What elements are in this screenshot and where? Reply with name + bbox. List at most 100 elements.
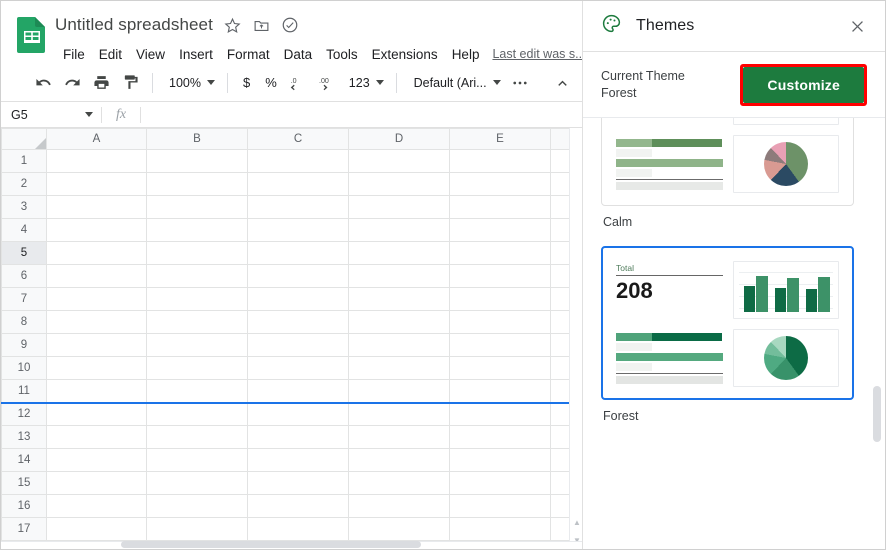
grid-cell[interactable] <box>46 425 147 449</box>
horizontal-scroll-thumb[interactable] <box>121 541 421 548</box>
grid-cell[interactable] <box>146 264 248 288</box>
column-header-a[interactable]: A <box>46 128 147 150</box>
grid-cell[interactable] <box>146 356 248 380</box>
grid-cell[interactable] <box>46 517 147 541</box>
grid-cell[interactable] <box>348 517 450 541</box>
grid-cell[interactable] <box>146 471 248 495</box>
grid-cell[interactable] <box>348 172 450 196</box>
grid-cell[interactable] <box>348 425 450 449</box>
grid-cell[interactable] <box>146 287 248 311</box>
grid-cell[interactable] <box>348 149 450 173</box>
grid-cell[interactable] <box>449 241 551 265</box>
last-edit-status[interactable]: Last edit was s... <box>492 47 584 61</box>
grid-cell[interactable] <box>247 471 349 495</box>
grid-cell[interactable] <box>146 218 248 242</box>
collapse-toolbar-icon[interactable] <box>548 69 576 97</box>
decrease-decimal-button[interactable]: .0 <box>285 69 313 97</box>
paint-format-icon[interactable] <box>116 69 144 97</box>
grid-cell[interactable] <box>449 425 551 449</box>
row-header-17[interactable]: 17 <box>1 517 47 541</box>
grid-cell[interactable] <box>449 379 551 403</box>
increase-decimal-button[interactable]: .00 <box>314 69 342 97</box>
grid-cell[interactable] <box>449 356 551 380</box>
undo-icon[interactable] <box>29 69 57 97</box>
grid-cell[interactable] <box>348 241 450 265</box>
row-header-3[interactable]: 3 <box>1 195 47 219</box>
grid-cell[interactable] <box>46 356 147 380</box>
grid-cell[interactable] <box>348 218 450 242</box>
themes-scroll-thumb[interactable] <box>873 386 881 442</box>
select-all-corner[interactable] <box>1 128 47 150</box>
grid-cell[interactable] <box>449 195 551 219</box>
row-header-9[interactable]: 9 <box>1 333 47 357</box>
menu-file[interactable]: File <box>56 45 92 64</box>
grid-cell[interactable] <box>247 310 349 334</box>
star-icon[interactable] <box>223 16 242 35</box>
grid-cell[interactable] <box>449 172 551 196</box>
grid-cell[interactable] <box>46 218 147 242</box>
grid-cell[interactable] <box>46 241 147 265</box>
grid-cell[interactable] <box>449 401 551 426</box>
grid-cell[interactable] <box>46 310 147 334</box>
grid-cell[interactable] <box>348 356 450 380</box>
grid-cell[interactable] <box>449 264 551 288</box>
grid-cell[interactable] <box>247 333 349 357</box>
theme-card-forest[interactable]: Total 208 <box>601 246 854 400</box>
grid-cell[interactable] <box>449 448 551 472</box>
row-header-10[interactable]: 10 <box>1 356 47 380</box>
document-title[interactable]: Untitled spreadsheet <box>55 15 213 35</box>
grid-cell[interactable] <box>449 310 551 334</box>
grid-cell[interactable] <box>146 494 248 518</box>
grid-cell[interactable] <box>46 172 147 196</box>
menu-view[interactable]: View <box>129 45 172 64</box>
grid-cell[interactable] <box>449 494 551 518</box>
menu-format[interactable]: Format <box>220 45 277 64</box>
grid-cell[interactable] <box>146 333 248 357</box>
customize-button[interactable]: Customize <box>743 66 864 103</box>
grid-cell[interactable] <box>247 494 349 518</box>
grid-cell[interactable] <box>146 517 248 541</box>
grid-cell[interactable] <box>247 172 349 196</box>
grid-horizontal-scrollbar[interactable] <box>1 541 584 548</box>
row-header-5[interactable]: 5 <box>1 241 47 265</box>
grid-cell[interactable] <box>449 218 551 242</box>
grid-cell[interactable] <box>146 195 248 219</box>
grid-cell[interactable] <box>146 172 248 196</box>
grid-cell[interactable] <box>46 195 147 219</box>
grid-cell[interactable] <box>247 149 349 173</box>
close-icon[interactable] <box>843 12 871 40</box>
grid-cell[interactable] <box>46 471 147 495</box>
row-header-6[interactable]: 6 <box>1 264 47 288</box>
grid-cell[interactable] <box>46 494 147 518</box>
grid-cell[interactable] <box>146 425 248 449</box>
grid-cell[interactable] <box>348 448 450 472</box>
menu-extensions[interactable]: Extensions <box>365 45 445 64</box>
currency-format-button[interactable]: $ <box>236 70 257 96</box>
grid-cell[interactable] <box>449 287 551 311</box>
grid-cell[interactable] <box>247 425 349 449</box>
grid-cell[interactable] <box>348 287 450 311</box>
grid-cell[interactable] <box>46 448 147 472</box>
grid-cell[interactable] <box>348 401 450 426</box>
grid-cell[interactable] <box>348 494 450 518</box>
formula-input[interactable] <box>141 102 584 127</box>
grid-cell[interactable] <box>348 471 450 495</box>
menu-edit[interactable]: Edit <box>92 45 129 64</box>
menu-tools[interactable]: Tools <box>319 45 365 64</box>
zoom-selector[interactable]: 100% <box>161 70 219 96</box>
grid-cell[interactable] <box>247 218 349 242</box>
grid-cell[interactable] <box>46 287 147 311</box>
row-header-4[interactable]: 4 <box>1 218 47 242</box>
grid-cell[interactable] <box>247 356 349 380</box>
font-selector[interactable]: Default (Ari... <box>405 70 505 96</box>
grid-cell[interactable] <box>46 264 147 288</box>
grid-cell[interactable] <box>146 241 248 265</box>
grid-cell[interactable] <box>247 517 349 541</box>
cloud-saved-icon[interactable] <box>281 16 300 35</box>
percent-format-button[interactable]: % <box>258 70 284 96</box>
row-header-13[interactable]: 13 <box>1 425 47 449</box>
grid-cell[interactable] <box>449 517 551 541</box>
grid-cell[interactable] <box>146 379 248 403</box>
move-to-folder-icon[interactable] <box>252 16 271 35</box>
number-format-selector[interactable]: 123 <box>343 70 388 96</box>
